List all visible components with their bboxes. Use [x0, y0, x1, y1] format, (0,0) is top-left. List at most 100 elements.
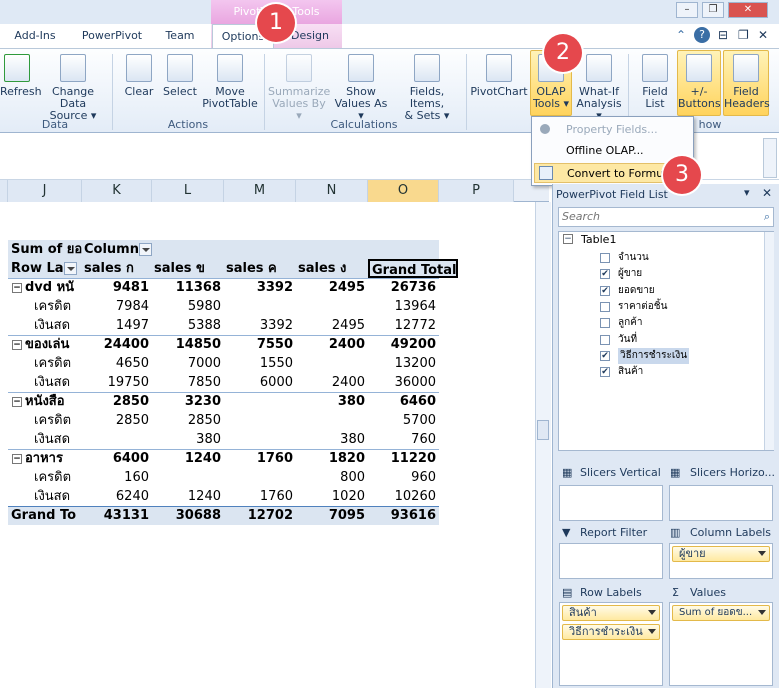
- field-label[interactable]: สินค้า: [618, 364, 643, 380]
- vertical-scrollbar[interactable]: [535, 202, 551, 688]
- pivot-grand-total-value: 93616: [368, 506, 439, 525]
- formula-scroll[interactable]: [763, 138, 777, 178]
- field-checkbox[interactable]: [600, 253, 610, 263]
- scroll-thumb[interactable]: [537, 420, 549, 440]
- change-data-source-button[interactable]: Change Data Source ▾: [38, 54, 108, 122]
- row-labels-icon: ▤: [562, 586, 573, 599]
- panel-close-icon[interactable]: ✕: [762, 186, 772, 200]
- summarize-values-button[interactable]: Summarize Values By ▾: [268, 54, 330, 122]
- field-tree-scrollbar[interactable]: [764, 232, 774, 450]
- row-field-pill-1[interactable]: สินค้า: [562, 605, 660, 621]
- col-header-p[interactable]: P: [439, 180, 514, 202]
- field-label[interactable]: วันที่: [618, 332, 637, 348]
- field-label[interactable]: ยอดขาย: [618, 283, 655, 299]
- pivot-group-label[interactable]: − ของเล่น: [8, 335, 82, 354]
- row-filter-dropdown[interactable]: [63, 262, 77, 275]
- restore-button[interactable]: ❐: [702, 2, 724, 18]
- field-checkbox[interactable]: [600, 318, 610, 329]
- field-checkbox[interactable]: ✔: [600, 285, 610, 296]
- field-checkbox[interactable]: ✔: [600, 350, 610, 361]
- pivot-cell-value: 380: [196, 432, 221, 447]
- menu-item-property-fields[interactable]: Property Fields...: [534, 120, 691, 140]
- tab-team[interactable]: Team: [155, 24, 205, 48]
- plus-minus-buttons-toggle[interactable]: +/- Buttons: [677, 50, 721, 116]
- field-checkbox[interactable]: [600, 301, 610, 312]
- close-button[interactable]: ✕: [728, 2, 768, 18]
- tab-powerpivot[interactable]: PowerPivot: [72, 24, 152, 48]
- field-label[interactable]: จำนวน: [618, 250, 649, 266]
- report-filter-dropzone[interactable]: [559, 543, 663, 579]
- fields-items-sets-button[interactable]: Fields, Items, & Sets ▾: [392, 54, 462, 122]
- pivot-cell-value: [296, 354, 368, 373]
- help-icon[interactable]: ?: [694, 27, 710, 43]
- tab-add-ins[interactable]: Add-Ins: [0, 24, 70, 48]
- slicers-horizontal-dropzone[interactable]: [669, 485, 773, 521]
- collapse-icon[interactable]: −: [12, 453, 22, 464]
- pivot-row-label: เครดิต: [34, 470, 72, 485]
- field-label[interactable]: ลูกค้า: [618, 315, 643, 331]
- col-header-m[interactable]: M: [224, 180, 296, 202]
- collapse-icon[interactable]: −: [563, 234, 573, 244]
- minimize-button[interactable]: –: [676, 2, 698, 18]
- field-list-title: PowerPivot Field List: [556, 188, 668, 201]
- pivot-group-value: 3230: [184, 394, 221, 409]
- panel-dropdown-icon[interactable]: ▾: [744, 186, 750, 199]
- move-pivottable-button[interactable]: Move PivotTable: [202, 54, 258, 110]
- field-checkbox[interactable]: ✔: [600, 367, 610, 378]
- collapse-icon[interactable]: −: [12, 282, 22, 293]
- refresh-icon: [4, 54, 30, 82]
- ribbon-restore-icon[interactable]: ❐: [738, 28, 749, 42]
- pivot-cell-value: [152, 468, 224, 487]
- search-input[interactable]: [559, 208, 749, 225]
- pivot-cell-value: 13964: [394, 299, 436, 314]
- column-filter-dropdown[interactable]: [138, 243, 152, 256]
- field-label[interactable]: ผู้ขาย: [618, 266, 642, 282]
- refresh-button[interactable]: Refresh: [0, 54, 42, 98]
- group-label-calculations: Calculations: [330, 118, 398, 131]
- search-icon[interactable]: ⌕: [764, 210, 770, 224]
- field-checkbox[interactable]: ✔: [600, 269, 610, 280]
- field-list-button[interactable]: Field List: [636, 54, 674, 110]
- pivot-cell-value: 10260: [394, 489, 436, 504]
- column-labels-label: Column Labels: [690, 526, 772, 539]
- col-header-n[interactable]: N: [296, 180, 368, 202]
- group-label-data: Data: [41, 118, 69, 131]
- group-name: หนังสือ: [25, 394, 65, 409]
- column-field-pill[interactable]: ผู้ขาย: [672, 546, 770, 562]
- what-if-analysis-button[interactable]: What-IfAnalysis ▾: [574, 54, 624, 122]
- col-header-k[interactable]: K: [82, 180, 152, 202]
- data-source-icon: [60, 54, 86, 82]
- col-header-j[interactable]: J: [8, 180, 82, 202]
- pivot-col-header[interactable]: Grand Total: [368, 259, 458, 278]
- field-checkbox[interactable]: [600, 334, 610, 345]
- pivot-cell-value: 2495: [331, 318, 365, 333]
- collapse-icon[interactable]: −: [12, 396, 22, 407]
- pivot-group-label[interactable]: − หนังสือ: [8, 392, 82, 411]
- pivot-cell-value: 36000: [394, 375, 436, 390]
- collapse-icon[interactable]: −: [12, 339, 22, 350]
- pivot-cell-value: 160: [124, 470, 149, 485]
- ribbon-minimize-icon[interactable]: ⊟: [718, 28, 728, 42]
- ribbon-close-icon[interactable]: ✕: [758, 28, 768, 42]
- slicers-vertical-dropzone[interactable]: [559, 485, 663, 521]
- field-headers-toggle[interactable]: Field Headers: [723, 50, 770, 116]
- clear-button[interactable]: Clear: [120, 54, 158, 98]
- pivotchart-button[interactable]: PivotChart: [470, 54, 528, 98]
- pivot-cell-value: [82, 430, 152, 449]
- title-bar: [0, 0, 779, 24]
- col-header-o[interactable]: O: [368, 180, 439, 202]
- chevron-up-icon[interactable]: ⌃: [676, 28, 686, 42]
- field-label[interactable]: วิธีการชำระเงิน: [618, 347, 690, 364]
- row-field-pill-2[interactable]: วิธีการชำระเงิน: [562, 624, 660, 640]
- pivot-group-label[interactable]: − dvd หนั: [8, 278, 82, 297]
- show-values-as-button[interactable]: Show Values As ▾: [332, 54, 390, 122]
- select-button[interactable]: Select: [160, 54, 200, 98]
- separator: [466, 54, 467, 130]
- value-field-pill[interactable]: Sum of ยอดข...: [672, 605, 770, 621]
- pivot-group-label[interactable]: − อาหาร: [8, 449, 82, 468]
- menu-item-offline-olap[interactable]: Offline OLAP...: [534, 141, 691, 161]
- chevron-down-icon: [758, 551, 766, 556]
- field-label[interactable]: ราคาต่อชิ้น: [618, 299, 667, 315]
- fx-icon: [414, 54, 440, 82]
- col-header-l[interactable]: L: [152, 180, 224, 202]
